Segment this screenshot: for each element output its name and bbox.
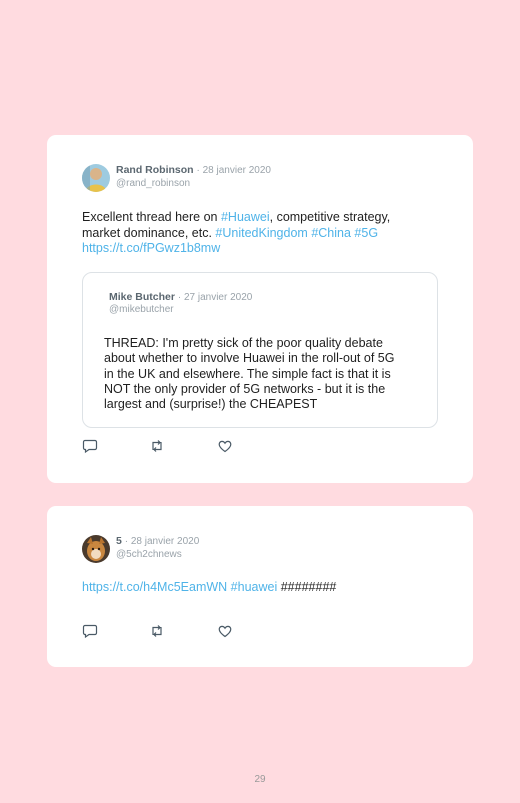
text-line: largest and (surprise!) the CHEAPEST [104, 397, 318, 412]
quoted-author-name[interactable]: Mike Butcher [109, 291, 175, 303]
tweet-date: · 28 janvier 2020 [124, 536, 200, 547]
tweet-actions [82, 623, 242, 639]
author-name[interactable]: Rand Robinson [116, 164, 194, 176]
retweet-icon[interactable] [149, 438, 165, 454]
hashtag-link[interactable]: #China [311, 226, 351, 240]
reply-icon[interactable] [82, 623, 98, 639]
text-segment: market dominance, etc. [82, 225, 216, 240]
text-segment: ######## [280, 580, 337, 594]
text-line: about whether to involve Huawei in the r… [104, 351, 395, 366]
quoted-tweet-date: · 27 janvier 2020 [177, 292, 253, 303]
text-line: in the UK and elsewhere. The simple fact… [104, 366, 391, 381]
text-line: NOT the only provider of 5G networks - b… [104, 381, 386, 396]
tweet-url-link[interactable]: https://t.co/h4Mc5EamWN [82, 580, 227, 594]
like-icon[interactable] [217, 623, 233, 639]
quoted-tweet-text: THREAD: I'm pretty sick of the poor qual… [104, 336, 424, 412]
tweet-text: Excellent thread here on #Huawei, compet… [82, 210, 442, 257]
tweet-card: 5 · 28 janvier 2020 @5ch2chnews https://… [47, 506, 473, 667]
text-segment: Excellent thread here on [82, 210, 221, 224]
avatar[interactable] [82, 164, 110, 192]
hashtag-link[interactable]: #huawei [231, 580, 278, 594]
tweet-url-link[interactable]: https://t.co/fPGwz1b8mw [82, 241, 220, 255]
reply-icon[interactable] [82, 438, 98, 454]
text-segment: , competitive strategy, [269, 210, 391, 224]
hashtag-link[interactable]: #Huawei [221, 210, 270, 224]
tweet-text: https://t.co/h4Mc5EamWN #huawei ######## [82, 580, 442, 596]
retweet-icon[interactable] [149, 623, 165, 639]
quoted-author-handle[interactable]: @mikebutcher [109, 304, 174, 315]
tweet-date: · 28 janvier 2020 [196, 165, 272, 176]
avatar[interactable] [82, 535, 110, 563]
author-handle[interactable]: @5ch2chnews [116, 549, 182, 560]
tweet-actions [82, 438, 242, 454]
hashtag-link[interactable]: #5G [354, 226, 378, 240]
text-line: THREAD: I'm pretty sick of the poor qual… [104, 336, 383, 350]
tweet-card: Rand Robinson · 28 janvier 2020 @rand_ro… [47, 135, 473, 483]
hashtag-link[interactable]: #UnitedKingdom [215, 226, 307, 240]
like-icon[interactable] [217, 438, 233, 454]
quoted-tweet[interactable]: Mike Butcher · 27 janvier 2020 @mikebutc… [82, 272, 438, 428]
author-name[interactable]: 5 [116, 535, 122, 547]
author-handle[interactable]: @rand_robinson [116, 178, 190, 189]
page-number: 29 [254, 774, 266, 785]
